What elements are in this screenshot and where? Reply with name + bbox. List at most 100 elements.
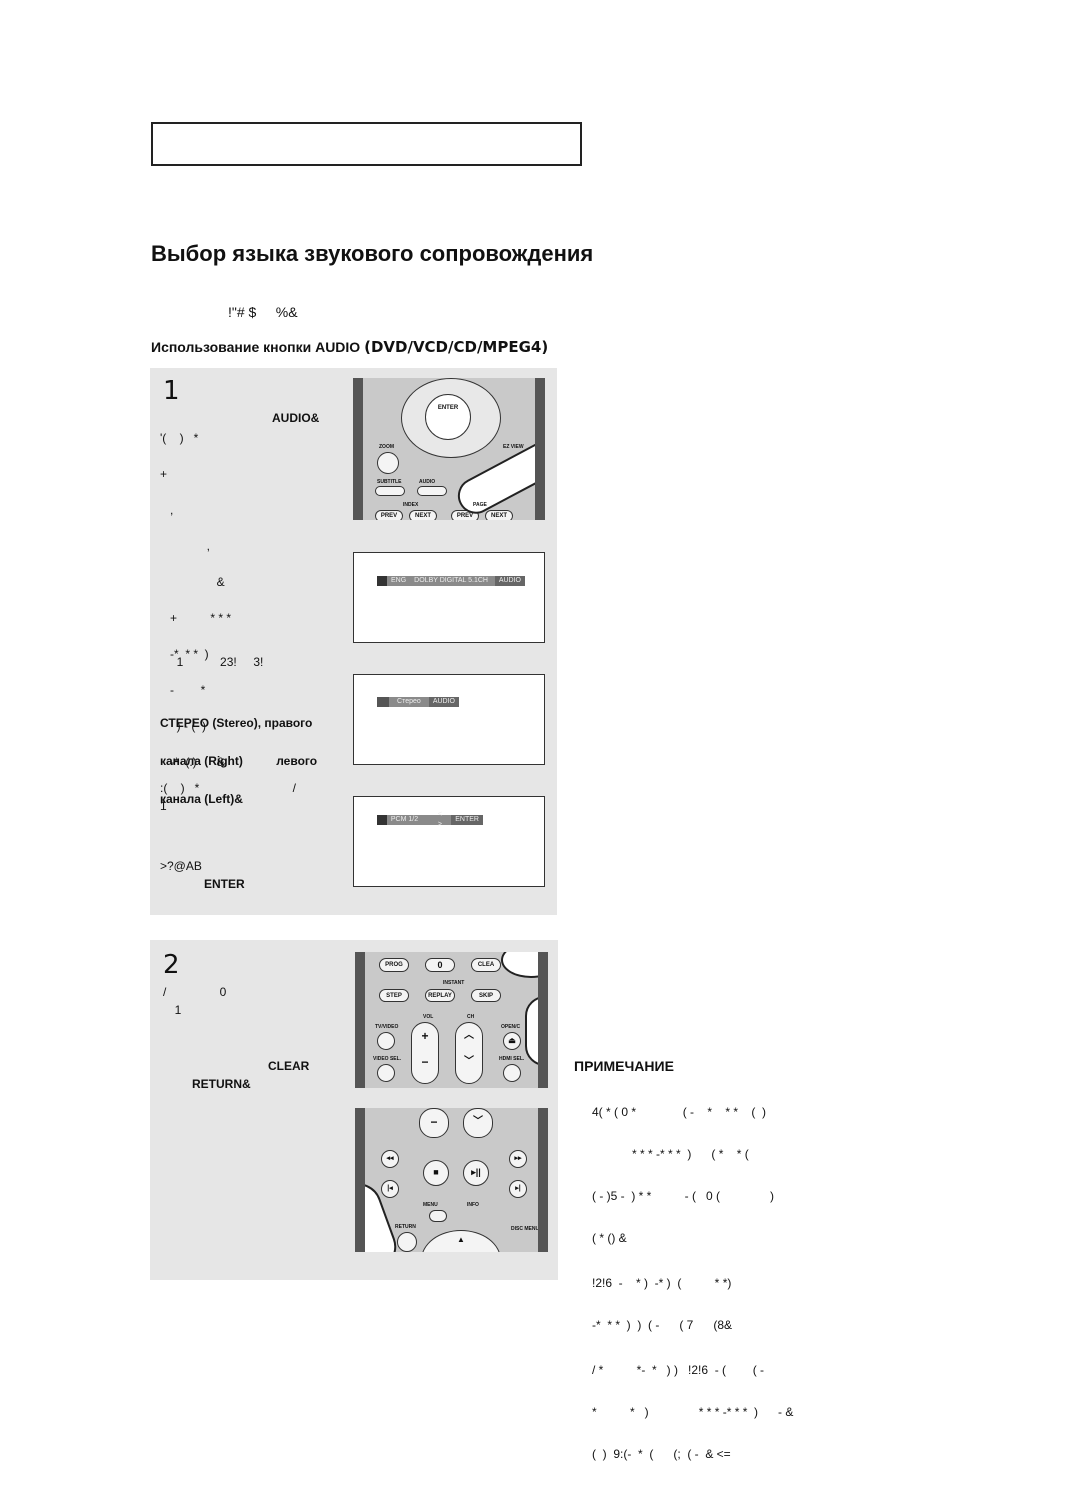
index-label: INDEX bbox=[403, 502, 419, 508]
remote-image-return: − ﹀ ◂◂ ▸▸ |◂ ■ ▸|| ▸| MENU INFO RETURN D… bbox=[355, 1108, 548, 1252]
step2-line: 1 bbox=[168, 1003, 182, 1017]
osd-tag: AUDIO bbox=[494, 576, 525, 586]
zero-button: 0 bbox=[425, 958, 455, 972]
stereo-line: канала (Right) левого bbox=[160, 754, 318, 768]
prev-chapter-button: |◂ bbox=[381, 1180, 399, 1198]
audio-label-remote: AUDIO bbox=[419, 479, 436, 485]
osd-screen-2: Стерео AUDIO bbox=[353, 674, 545, 765]
step-button: STEP bbox=[379, 989, 409, 1002]
skip-button: SKIP bbox=[471, 989, 501, 1002]
note-line: ( * () & bbox=[592, 1231, 627, 1245]
step2-line: / 0 bbox=[163, 985, 227, 999]
replay-button: REPLAY bbox=[425, 989, 455, 1002]
finger-illustration bbox=[525, 996, 538, 1066]
subtitle-icon bbox=[377, 815, 387, 825]
zoom-button bbox=[377, 452, 399, 474]
step1-line: , bbox=[160, 539, 211, 553]
osd-tag: AUDIO bbox=[428, 697, 459, 707]
note-title: ПРИМЕЧАНИЕ bbox=[574, 1058, 674, 1074]
zoom-label: ZOOM bbox=[379, 444, 394, 450]
osd-lang: ENG bbox=[391, 577, 407, 584]
vol-down-button: − bbox=[419, 1108, 449, 1138]
page-title: Выбор языка звукового сопровождения bbox=[151, 241, 594, 266]
note-line: * * ) * * * -* * * ) - & bbox=[592, 1405, 794, 1419]
vol-label: VOL bbox=[423, 1014, 434, 1020]
osd-stereo-bar: Стерео AUDIO bbox=[377, 697, 459, 707]
audio-button bbox=[417, 486, 447, 496]
pcm-line-2: 1 bbox=[160, 799, 167, 813]
step1-line: '( ) * bbox=[160, 431, 199, 445]
clear-button: CLEA bbox=[471, 958, 501, 972]
audio-label: AUDIO& bbox=[272, 411, 320, 425]
step1-number: 1 bbox=[163, 376, 180, 406]
osd-screen-3: PCM 1/2 < > ENTER bbox=[353, 796, 545, 887]
return-button bbox=[397, 1232, 417, 1252]
videosel-button bbox=[377, 1064, 395, 1082]
videosel-label: VIDEO SEL. bbox=[373, 1056, 402, 1062]
remote-image-clear: PROG 0 CLEA INSTANT STEP REPLAY SKIP VOL… bbox=[355, 952, 548, 1088]
subtitle-button bbox=[375, 486, 405, 496]
osd-pcm-bar: PCM 1/2 < > ENTER bbox=[377, 811, 483, 828]
note-line: !2!6 - * ) -* ) ( * *) bbox=[592, 1276, 732, 1290]
enter-label: ENTER bbox=[204, 877, 245, 891]
osd-tag: ENTER bbox=[451, 815, 483, 825]
rewind-button: ◂◂ bbox=[381, 1150, 399, 1168]
finger-illustration bbox=[501, 952, 538, 978]
note-text: 4( * ( 0 * ( - * * * ( ) * * * -* * * ) … bbox=[592, 1081, 793, 1486]
prog-button: PROG bbox=[379, 958, 409, 972]
note-line: ( ) 9:(- * ( (; ( - & <= bbox=[592, 1447, 731, 1461]
ch-label: CH bbox=[467, 1014, 475, 1020]
vol-rocker: + − bbox=[411, 1022, 439, 1084]
note-line: * * * -* * * ) ( * * ( bbox=[592, 1147, 749, 1161]
eject-button: ⏏ bbox=[503, 1032, 521, 1050]
step1-line: + bbox=[160, 467, 168, 481]
dpad: ▲ bbox=[421, 1230, 501, 1252]
tvvideo-button bbox=[377, 1032, 395, 1050]
return-label: RETURN& bbox=[192, 1077, 251, 1091]
info-label: INFO bbox=[467, 1202, 479, 1208]
intro-text: !"# $ %& bbox=[228, 304, 298, 320]
ch-down-button: ﹀ bbox=[463, 1108, 493, 1138]
osd-audio-bar: ENG DOLBY DIGITAL 5.1CH AUDIO bbox=[377, 576, 525, 586]
next-button: NEXT bbox=[409, 510, 437, 520]
page-next-button: NEXT bbox=[485, 510, 513, 520]
osd-stereo: Стерео bbox=[397, 698, 421, 705]
step1-line: , bbox=[160, 503, 174, 517]
speaker-icon bbox=[377, 576, 387, 586]
ezview-label: EZ VIEW bbox=[503, 444, 524, 450]
speaker-icon bbox=[377, 697, 389, 707]
fastforward-button: ▸▸ bbox=[509, 1150, 527, 1168]
osd-pcm: PCM 1/2 bbox=[390, 816, 419, 823]
return-label-remote: RETURN bbox=[395, 1224, 416, 1230]
instant-label: INSTANT bbox=[443, 980, 465, 986]
hdmisel-button bbox=[503, 1064, 521, 1082]
note-line: ( - )5 - ) * * - ( 0 ( ) bbox=[592, 1189, 775, 1203]
osd-format: DOLBY DIGITAL 5.1CH bbox=[414, 577, 488, 584]
page-label: PAGE bbox=[473, 502, 487, 508]
clear-label: CLEAR bbox=[268, 1059, 310, 1073]
ch-rocker: ︿ ﹀ bbox=[455, 1022, 483, 1084]
tvvideo-label: TV/VIDEO bbox=[375, 1024, 399, 1030]
next-chapter-button: ▸| bbox=[509, 1180, 527, 1198]
subtitle-label: SUBTITLE bbox=[377, 479, 402, 485]
stereo-line: СТЕРЕО (Stereo), правого bbox=[160, 716, 313, 730]
subtitle-modes: (DVD/VCD/CD/MPEG4) bbox=[364, 338, 549, 356]
open-label: OPEN/C bbox=[501, 1024, 521, 1030]
section-subtitle: Использование кнопки AUDIO (DVD/VCD/CD/M… bbox=[151, 338, 548, 356]
subtitle-text: Использование кнопки AUDIO bbox=[151, 339, 361, 355]
discmenu-label: DISC MENU bbox=[511, 1226, 540, 1232]
osd-screen-1: ENG DOLBY DIGITAL 5.1CH AUDIO bbox=[353, 552, 545, 643]
mode-line: 1 23! 3! bbox=[160, 655, 264, 669]
osd-arrows: < > bbox=[437, 811, 442, 828]
header-box bbox=[151, 122, 582, 166]
step1-line: + * * * bbox=[160, 611, 232, 625]
note-line: / * *- * ) ) !2!6 - ( ( - bbox=[592, 1363, 765, 1377]
play-pause-button: ▸|| bbox=[463, 1160, 489, 1186]
pcm-line: :( ) * / bbox=[160, 781, 297, 795]
hdmisel-label: HDMI SEL. bbox=[499, 1056, 525, 1062]
prev-button: PREV bbox=[375, 510, 403, 520]
stop-button: ■ bbox=[423, 1160, 449, 1186]
stereo-text: СТЕРЕО (Stereo), правого канала (Right) … bbox=[160, 695, 317, 828]
enter-button: ENTER bbox=[425, 394, 471, 440]
note-line: -* * * ) ) ( - ( 7 (8& bbox=[592, 1318, 733, 1332]
